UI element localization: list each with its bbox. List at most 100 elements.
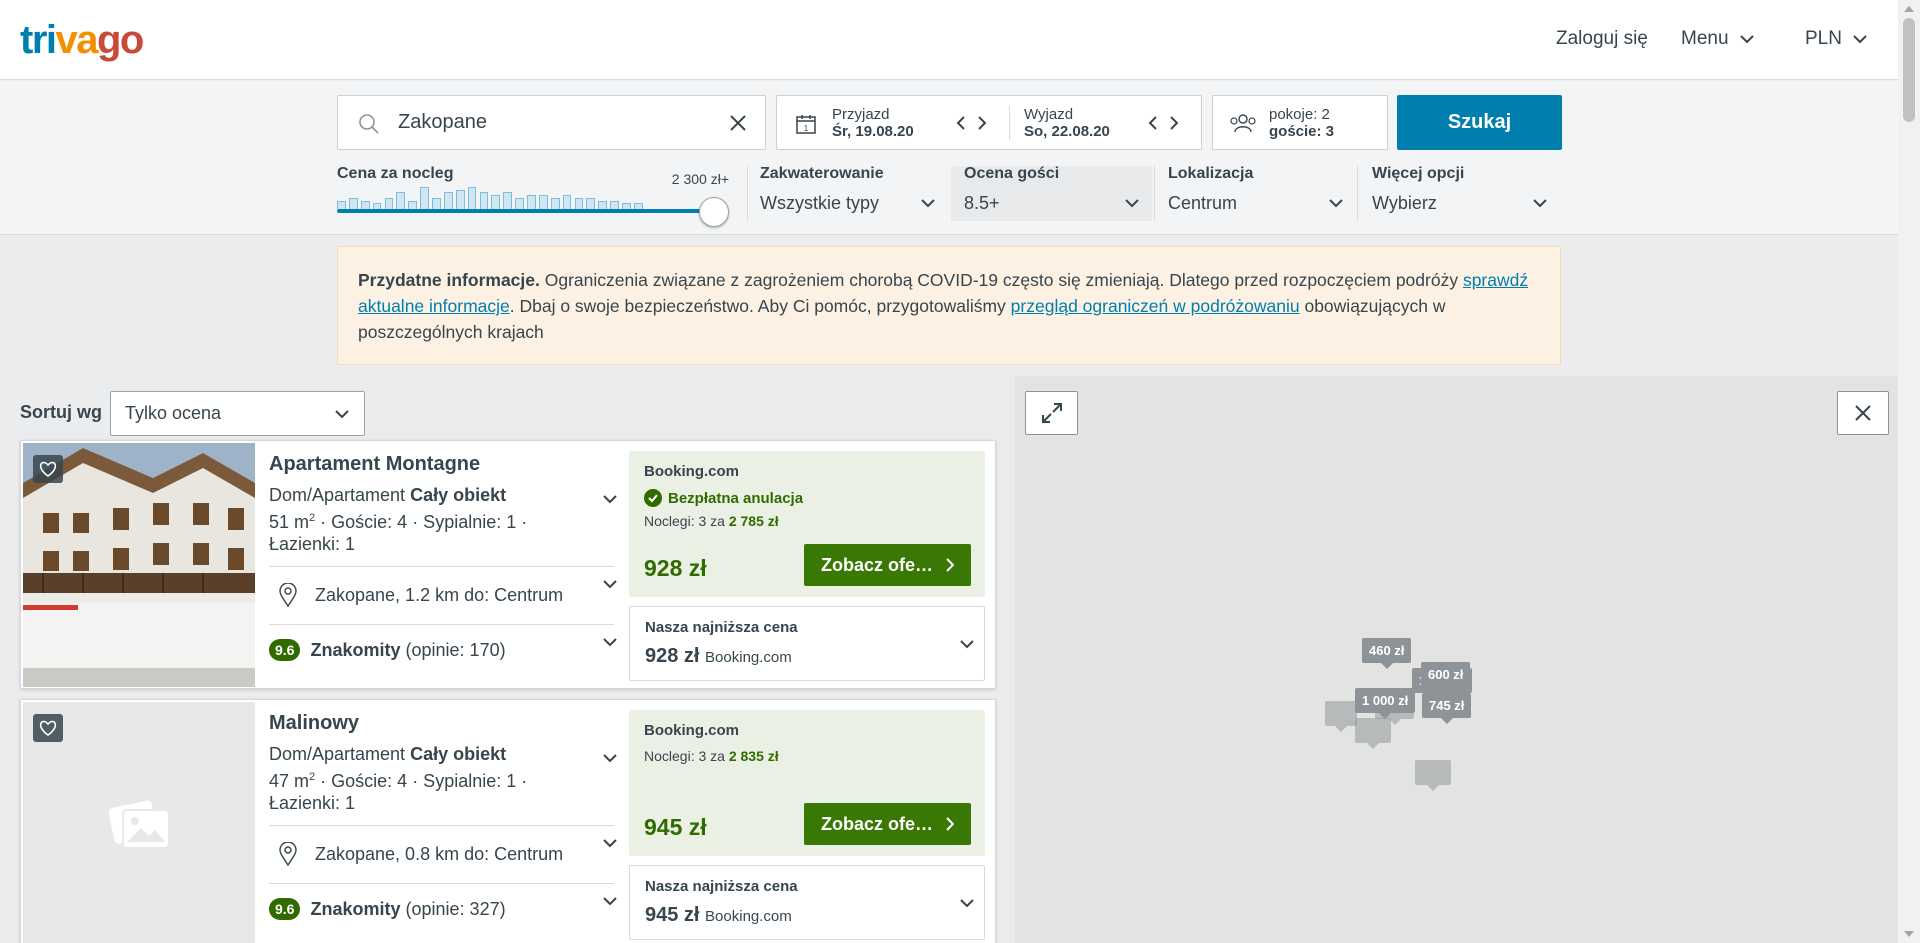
map-price-pin[interactable]: 600 zł (1421, 662, 1471, 693)
more-options-filter[interactable]: Więcej opcji Wybierz (1372, 165, 1547, 221)
chevron-down-icon[interactable] (603, 839, 617, 848)
offer-price: 945 zł (644, 814, 707, 840)
view-offer-button[interactable]: Zobacz ofe… (804, 544, 971, 586)
lowest-price-value: 928 zł Booking.com (645, 645, 792, 667)
page-scrollbar[interactable] (1898, 0, 1920, 943)
price-filter: Cena za nocleg 2 300 zł+ (337, 165, 729, 227)
currency-label: PLN (1805, 28, 1842, 49)
hotel-photo-placeholder[interactable] (23, 702, 255, 943)
scrollbar-thumb[interactable] (1903, 18, 1915, 122)
hotel-name[interactable]: Apartament Montagne (269, 453, 480, 476)
scroll-down-icon[interactable] (1904, 931, 1914, 937)
chevron-down-icon (960, 899, 974, 908)
guests-icon (1230, 114, 1256, 133)
price-slider-track[interactable] (337, 209, 715, 213)
logo-part-go: go (97, 18, 144, 62)
date-divider (1009, 106, 1010, 140)
chevron-down-icon[interactable] (603, 754, 617, 763)
map-price-pin[interactable]: 1 000 zł (1355, 688, 1416, 719)
rooms-value: pokoje: 2 (1269, 106, 1330, 123)
checkout-field[interactable]: Wyjazd So, 22.08.20 (1024, 106, 1110, 140)
travel-restrictions-link[interactable]: przegląd ograniczeń w podróżowaniu (1011, 296, 1300, 316)
search-button[interactable]: Szukaj (1397, 95, 1562, 150)
chevron-left-icon[interactable] (955, 115, 967, 131)
favorite-button[interactable] (33, 455, 63, 483)
scroll-up-icon[interactable] (1904, 6, 1914, 12)
filter-divider (747, 166, 748, 221)
chevron-down-icon[interactable] (603, 638, 617, 647)
guests-value: goście: 3 (1269, 123, 1335, 140)
price-slider-handle[interactable] (699, 197, 729, 227)
login-link[interactable]: Zaloguj się (1556, 28, 1648, 50)
map-price-pin[interactable] (1325, 701, 1358, 732)
currency-button[interactable]: PLN (1805, 28, 1868, 50)
chevron-left-icon[interactable] (1147, 115, 1159, 131)
rating-badge: 9.6 (269, 639, 301, 661)
hotel-type: Dom/Apartament Cały obiekt (269, 744, 507, 764)
histogram-bar (467, 187, 477, 209)
menu-button[interactable]: Menu (1681, 28, 1755, 50)
map-price-pin[interactable] (1355, 718, 1391, 749)
histogram-bar (396, 192, 406, 209)
favorite-button[interactable] (33, 714, 63, 742)
chevron-down-icon[interactable] (603, 580, 617, 589)
best-offer-panel[interactable]: Booking.com Bezpłatna anulacja Noclegi: … (629, 451, 985, 597)
lowest-price-panel[interactable]: Nasza najniższa cena 928 zł Booking.com (629, 606, 985, 681)
top-bar: trivago Zaloguj się Menu PLN (0, 0, 1898, 80)
view-offer-button[interactable]: Zobacz ofe… (804, 803, 971, 845)
chevron-down-icon[interactable] (603, 897, 617, 906)
histogram-bar (527, 195, 536, 209)
hotel-card[interactable]: Malinowy Dom/Apartament Cały obiekt 47 m… (20, 699, 996, 943)
logo-part-va: va (55, 18, 99, 62)
clear-icon[interactable] (729, 114, 747, 132)
location-filter[interactable]: Lokalizacja Centrum (1168, 165, 1343, 221)
svg-text:1: 1 (804, 124, 809, 133)
chevron-right-icon[interactable] (976, 115, 988, 131)
view-offer-label: Zobacz ofe… (820, 813, 933, 834)
sort-select[interactable]: Tylko ocena (110, 391, 365, 436)
hotel-rating[interactable]: 9.6 Znakomity (opinie: 170) (269, 639, 506, 661)
rating-filter[interactable]: Ocena gości 8.5+ (964, 165, 1139, 221)
destination-value: Zakopane (398, 111, 487, 133)
checkout-value: So, 22.08.20 (1024, 123, 1110, 140)
histogram-bar (538, 195, 548, 209)
sort-value: Tylko ocena (125, 403, 222, 423)
chevron-right-icon[interactable] (1168, 115, 1180, 131)
hotel-rating[interactable]: 9.6 Znakomity (opinie: 327) (269, 898, 506, 920)
chevron-down-icon[interactable] (603, 495, 617, 504)
chevron-down-icon (1125, 199, 1139, 208)
checkin-field[interactable]: Przyjazd Śr, 19.08.20 (832, 106, 914, 140)
map-price-pin[interactable] (1415, 760, 1451, 791)
hotel-name[interactable]: Malinowy (269, 712, 359, 735)
trivago-logo[interactable]: trivago (20, 18, 144, 62)
location-label: Lokalizacja (1168, 165, 1254, 182)
menu-label: Menu (1681, 28, 1729, 49)
banner-text: Ograniczenia związane z zagrożeniem chor… (539, 270, 1463, 290)
filter-divider (1154, 166, 1155, 221)
banner-text: . Dbaj o swoje bezpieczeństwo. Aby Ci po… (509, 296, 1011, 316)
destination-field[interactable]: Zakopane (337, 95, 766, 150)
date-picker[interactable]: 1 Przyjazd Śr, 19.08.20 Wyjazd So, 22.08… (776, 95, 1202, 150)
hotel-photo[interactable] (23, 443, 255, 687)
map-panel[interactable]: 745 zł 1 000 zł 1 250 zł 460 zł 600 zł (1015, 376, 1898, 943)
search-button-label: Szukaj (1447, 111, 1512, 133)
chevron-down-icon (1533, 199, 1547, 208)
lowest-price-panel[interactable]: Nasza najniższa cena 945 zł Booking.com (629, 865, 985, 940)
guests-field[interactable]: pokoje: 2 goście: 3 (1212, 95, 1388, 150)
offer-source: Booking.com (644, 722, 740, 739)
hotel-card[interactable]: Apartament Montagne Dom/Apartament Cały … (20, 440, 996, 689)
expand-map-button[interactable] (1025, 391, 1078, 435)
nights-total: Noclegi: 3 za 2 785 zł (644, 513, 779, 529)
histogram-bar (574, 198, 584, 209)
hotel-location[interactable]: Zakopane, 0.8 km do: Centrum (315, 844, 563, 865)
location-value: Centrum (1168, 193, 1238, 213)
hotel-details: 47 m2 · Goście: 4 · Sypialnie: 1 · Łazie… (269, 771, 528, 813)
sort-label: Sortuj wg (20, 402, 102, 422)
map-price-pin[interactable]: 460 zł (1362, 638, 1412, 669)
hotel-location[interactable]: Zakopane, 1.2 km do: Centrum (315, 585, 563, 606)
accommodation-filter[interactable]: Zakwaterowanie Wszystkie typy (760, 165, 935, 221)
view-offer-label: Zobacz ofe… (820, 554, 933, 575)
close-map-button[interactable] (1837, 391, 1889, 435)
offer-price: 928 zł (644, 555, 707, 581)
best-offer-panel[interactable]: Booking.com Noclegi: 3 za 2 835 zł 945 z… (629, 710, 985, 856)
